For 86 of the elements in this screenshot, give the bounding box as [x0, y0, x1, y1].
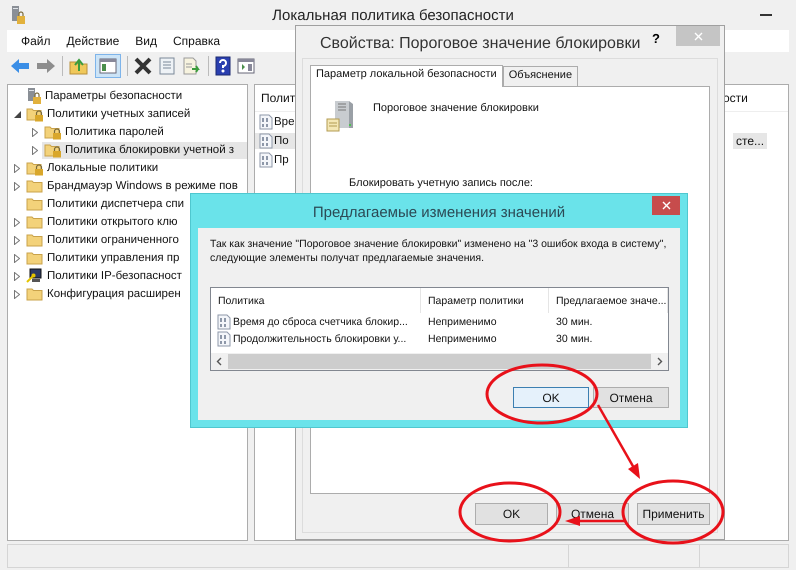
computer-key-icon [26, 268, 44, 284]
tree-item[interactable]: Политики диспетчера спи [24, 196, 186, 212]
policy-document-icon [217, 314, 231, 330]
tree-item[interactable]: Политика блокировки учетной з [42, 142, 247, 158]
policy-document-icon [259, 114, 273, 130]
tab[interactable]: Параметр локальной безопасности [310, 65, 503, 87]
dialog-button[interactable]: Отмена [593, 387, 669, 408]
collapsed-arrow-icon[interactable] [14, 290, 20, 298]
collapsed-arrow-icon[interactable] [32, 128, 38, 136]
panel-icon [99, 58, 117, 74]
policy-document-icon [259, 132, 273, 148]
dialog-button[interactable]: OK [513, 387, 589, 408]
tree-item[interactable]: Политика паролей [42, 124, 166, 140]
help-book-icon[interactable] [215, 56, 231, 76]
export-list-icon[interactable] [182, 57, 202, 75]
window-title: Локальная политика безопасности [271, 6, 515, 24]
dialog-title: Предлагаемые изменения значений [312, 203, 566, 221]
folder-icon [26, 250, 44, 266]
help-button[interactable]: ? [644, 26, 668, 51]
locked-folder-icon [26, 160, 44, 176]
collapsed-arrow-icon[interactable] [14, 236, 20, 244]
expanded-arrow-icon[interactable] [14, 110, 20, 118]
menu-item[interactable]: Файл [15, 32, 57, 50]
locked-folder-icon [44, 124, 62, 140]
folder-icon [26, 286, 44, 302]
tab[interactable]: Объяснение [502, 66, 578, 86]
policy-name: Пороговое значение блокировки [373, 101, 539, 114]
policy-document-icon [259, 152, 273, 168]
tree-item[interactable]: Брандмауэр Windows в режиме пов [24, 178, 240, 194]
table-cell: сте... [733, 132, 768, 148]
tree-item[interactable]: Политики учетных записей [24, 106, 192, 122]
column-header[interactable]: Политика [211, 288, 421, 313]
forward-arrow-icon[interactable] [36, 58, 56, 74]
scroll-left-icon[interactable] [216, 357, 222, 366]
tree-item[interactable]: Политики управления пр [24, 250, 182, 266]
app-icon [10, 5, 26, 25]
collapsed-arrow-icon[interactable] [14, 164, 20, 172]
console-tree-toggle[interactable] [95, 54, 121, 78]
collapsed-arrow-icon[interactable] [32, 146, 38, 154]
column-header[interactable]: Предлагаемое значе... [549, 288, 668, 313]
collapsed-arrow-icon[interactable] [14, 182, 20, 190]
locked-folder-icon [26, 106, 44, 122]
folder-up-icon[interactable] [69, 57, 89, 75]
collapsed-arrow-icon[interactable] [14, 272, 20, 280]
tree-item[interactable]: Параметры безопасности [24, 88, 184, 104]
table-cell-text: Неприменимо [427, 332, 498, 344]
field-label: Блокировать учетную запись после: [349, 177, 534, 189]
locked-folder-icon [44, 142, 62, 158]
tree-item[interactable]: Политики открытого клю [24, 214, 180, 230]
table-cell-text: 30 мин. [555, 316, 594, 328]
properties-icon[interactable] [158, 57, 176, 75]
folder-icon [26, 214, 44, 230]
delete-icon[interactable] [134, 57, 152, 75]
policy-item[interactable]: Вре [255, 114, 699, 130]
menu-item[interactable]: Действие [60, 32, 126, 50]
table-cell: Время до сброса счетчика блокир... [211, 314, 421, 330]
folder-icon [26, 178, 44, 194]
tree-item[interactable]: Политики ограниченного [24, 232, 181, 248]
table-cell: Продолжительность блокировки у... [211, 330, 421, 346]
panel-icon[interactable] [237, 58, 255, 74]
tree-item[interactable]: Политики IP-безопасност [24, 268, 184, 284]
message-text: Так как значение "Пороговое значение блокировки" изменено на "3 ошибок входа в систему", следующие элементы получат предлагаемые значения. [210, 237, 668, 265]
menu-item[interactable]: Вид [129, 32, 163, 50]
dialog-button[interactable]: Применить [637, 503, 710, 525]
tree-item[interactable]: Конфигурация расширен [24, 286, 183, 302]
column-header[interactable]: Параметр политики [421, 288, 549, 313]
tree-item[interactable]: Локальные политики [24, 160, 160, 176]
scroll-right-icon[interactable] [657, 357, 663, 366]
back-arrow-icon[interactable] [10, 58, 30, 74]
folder-icon [26, 232, 44, 248]
table-cell-text: 30 мин. [555, 332, 594, 344]
close-icon [662, 201, 670, 210]
dialog-title: Свойства: Пороговое значение блокировки [319, 34, 642, 53]
scrollbar-thumb[interactable] [228, 354, 651, 369]
menu-item[interactable]: Справка [167, 32, 226, 50]
policy-item[interactable]: Пр [255, 152, 699, 168]
close-icon [694, 32, 702, 40]
folder-icon [26, 196, 44, 212]
table-cell-text: Неприменимо [427, 316, 498, 328]
close-button[interactable] [652, 196, 680, 215]
policy-document-icon [217, 330, 231, 346]
collapsed-arrow-icon[interactable] [14, 218, 20, 226]
server-lock-icon [26, 87, 42, 105]
collapsed-arrow-icon[interactable] [14, 254, 20, 262]
dialog-button[interactable]: OK [475, 503, 548, 525]
horizontal-scrollbar[interactable] [211, 353, 668, 370]
